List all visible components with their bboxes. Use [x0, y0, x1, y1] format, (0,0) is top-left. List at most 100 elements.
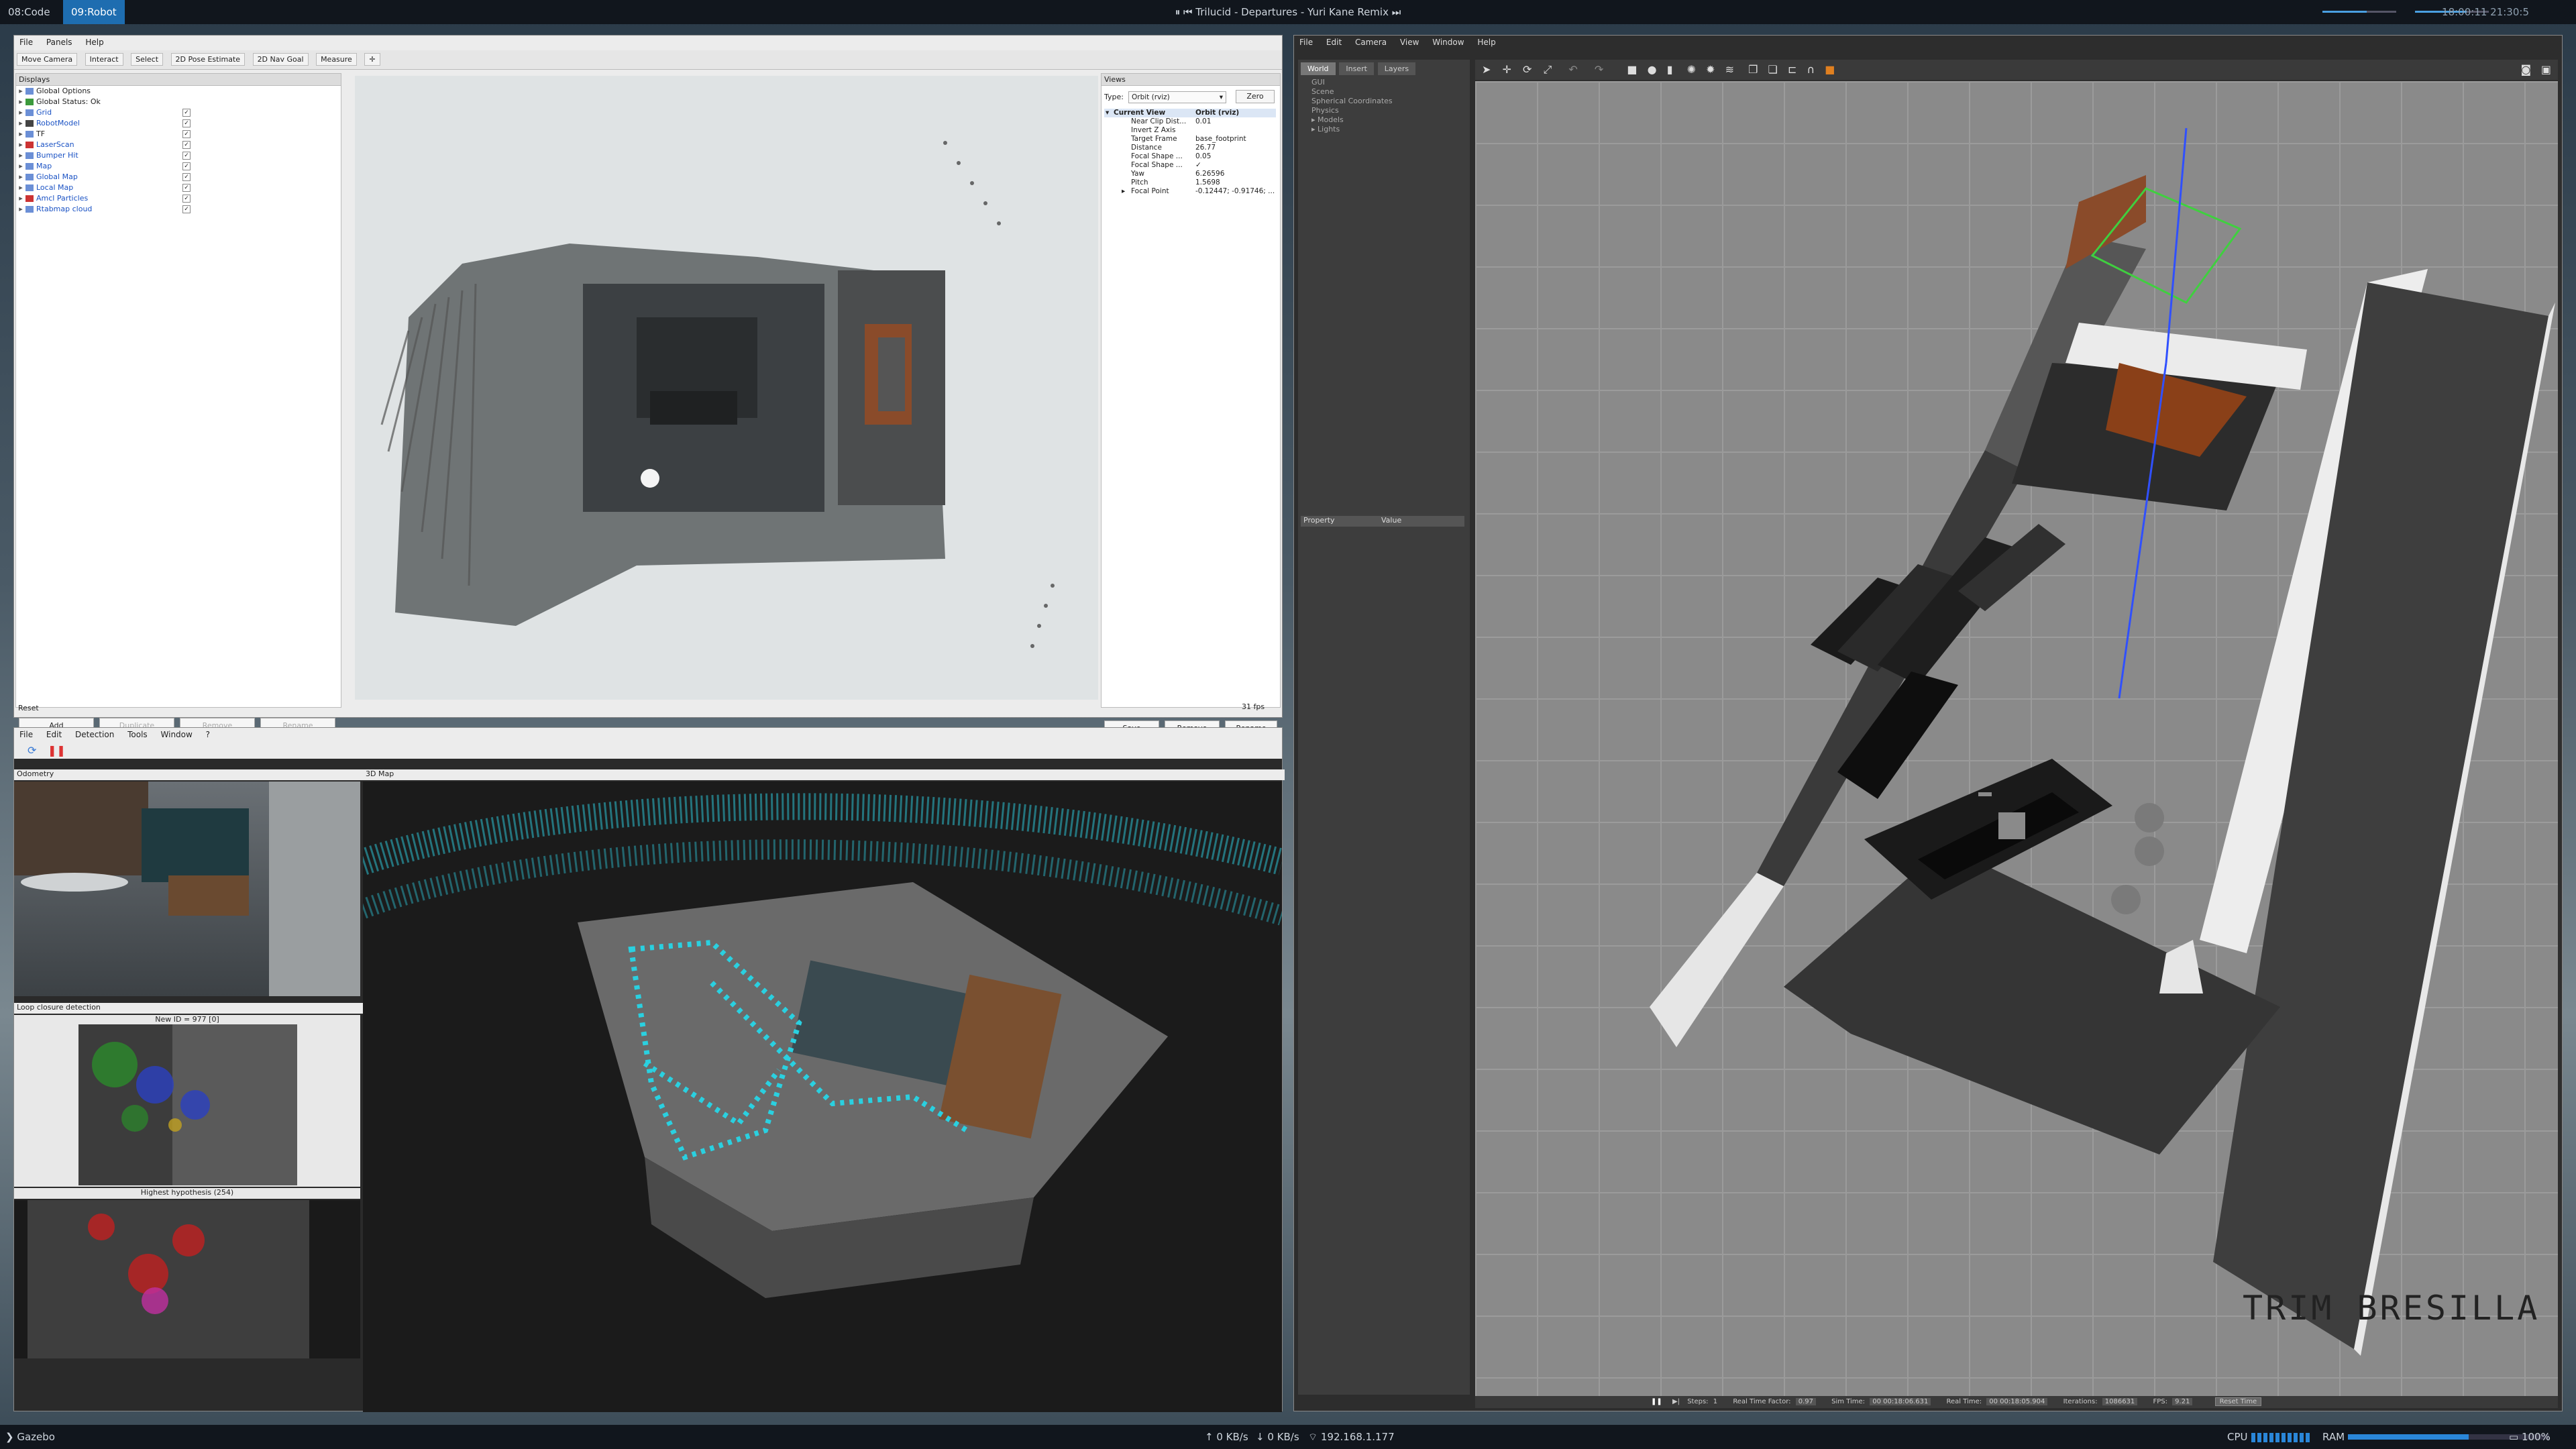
world-tree-item[interactable]: ▸ Lights	[1311, 125, 1470, 134]
refresh-icon[interactable]: ⟳	[28, 744, 36, 757]
menu-detection[interactable]: Detection	[70, 728, 119, 741]
display-enabled-checkbox[interactable]: ✓	[182, 141, 191, 149]
world-tree-item[interactable]: Spherical Coordinates	[1311, 97, 1470, 106]
expand-arrow-icon[interactable]: ▸	[16, 118, 25, 129]
menu-view[interactable]: View	[1395, 36, 1424, 49]
pause-icon[interactable]: ❚❚	[1651, 1398, 1662, 1405]
box-shape-icon[interactable]: ■	[1627, 63, 1637, 76]
display-item[interactable]: ▸ Bumper Hit ✓	[16, 150, 341, 161]
tab-insert[interactable]: Insert	[1339, 62, 1374, 75]
world-tree-item[interactable]: ▸ Models	[1311, 115, 1470, 125]
menu-help[interactable]: Help	[80, 36, 109, 49]
display-enabled-checkbox[interactable]: ✓	[182, 205, 191, 213]
display-item[interactable]: ▸ Rtabmap cloud ✓	[16, 204, 341, 215]
expand-arrow-icon[interactable]: ▸	[16, 172, 25, 182]
workspace-code[interactable]: 08:Code	[0, 0, 58, 24]
zero-button[interactable]: Zero	[1236, 90, 1275, 103]
workspace-robot[interactable]: 09:Robot	[63, 0, 125, 24]
view-property-row[interactable]: Invert Z Axis	[1104, 126, 1276, 135]
display-item[interactable]: ▸ Global Status: Ok	[16, 97, 341, 107]
display-enabled-checkbox[interactable]: ✓	[182, 162, 191, 170]
menu-window[interactable]: Window	[156, 728, 198, 741]
view-property-row[interactable]: Distance 26.77	[1104, 144, 1276, 152]
pause-icon[interactable]: ⏸ ⏮	[1175, 6, 1196, 18]
tab-layers[interactable]: Layers	[1377, 62, 1416, 75]
interact-button[interactable]: Interact	[85, 53, 123, 66]
display-enabled-checkbox[interactable]: ✓	[182, 130, 191, 138]
expand-arrow-icon[interactable]: ▸	[16, 140, 25, 150]
orange-mode-icon[interactable]: ■	[1825, 63, 1835, 76]
directional-light-icon[interactable]: ≋	[1725, 63, 1734, 76]
align-icon[interactable]: ⊏	[1788, 63, 1796, 76]
add-tool-icon[interactable]: ✛	[364, 53, 380, 66]
select-mode-icon[interactable]: ➤	[1482, 63, 1491, 76]
display-item[interactable]: ▸ Local Map ✓	[16, 182, 341, 193]
rviz-3d-viewport[interactable]	[355, 76, 1098, 700]
gazebo-3d-viewport[interactable]: TRIM BRESILLA	[1475, 81, 2558, 1396]
display-item[interactable]: ▸ TF ✓	[16, 129, 341, 140]
view-type-select[interactable]: Orbit (rviz) ▾	[1128, 91, 1226, 103]
step-icon[interactable]: ▶|	[1672, 1398, 1680, 1405]
menu-tools[interactable]: Tools	[122, 728, 153, 741]
menu-window[interactable]: Window	[1427, 36, 1469, 49]
expand-arrow-icon[interactable]: ▸	[16, 182, 25, 193]
measure-button[interactable]: Measure	[316, 53, 357, 66]
display-item[interactable]: ▸ Global Options	[16, 86, 341, 97]
display-item[interactable]: ▸ Map ✓	[16, 161, 341, 172]
display-item[interactable]: ▸ RobotModel ✓	[16, 118, 341, 129]
active-app[interactable]: ❯ Gazebo	[5, 1425, 55, 1449]
reset-button[interactable]: Reset	[18, 704, 39, 712]
nav-goal-button[interactable]: 2D Nav Goal	[252, 53, 309, 66]
cylinder-shape-icon[interactable]: ▮	[1667, 63, 1673, 76]
display-enabled-checkbox[interactable]: ✓	[182, 195, 191, 203]
view-property-row[interactable]: Target Frame base_footprint	[1104, 135, 1276, 144]
menu-panels[interactable]: Panels	[41, 36, 78, 49]
expand-arrow-icon[interactable]: ▸	[16, 86, 25, 97]
pause-icon[interactable]: ❚❚	[48, 744, 66, 757]
menu-file[interactable]: File	[1294, 36, 1318, 49]
view-property-row[interactable]: Yaw 6.26596	[1104, 170, 1276, 178]
screenshot-icon[interactable]: ◙	[2520, 60, 2531, 80]
snap-icon[interactable]: ∩	[1807, 63, 1815, 76]
world-tree-item[interactable]: Scene	[1311, 87, 1470, 97]
expand-arrow-icon[interactable]: ▸	[16, 150, 25, 161]
spot-light-icon[interactable]: ✹	[1706, 63, 1715, 76]
world-tree-item[interactable]: GUI	[1311, 78, 1470, 87]
expand-arrow-icon[interactable]: ▸	[16, 193, 25, 204]
expand-arrow-icon[interactable]: ▸	[16, 107, 25, 118]
display-enabled-checkbox[interactable]: ✓	[182, 109, 191, 117]
next-icon[interactable]: ⏭	[1389, 6, 1401, 18]
paste-icon[interactable]: ❏	[1768, 63, 1778, 76]
brightness-slider[interactable]	[2322, 11, 2396, 13]
expand-arrow-icon[interactable]: ▸	[16, 97, 25, 107]
pose-estimate-button[interactable]: 2D Pose Estimate	[170, 53, 246, 66]
point-light-icon[interactable]: ✺	[1687, 63, 1696, 76]
display-item[interactable]: ▸ Grid ✓	[16, 107, 341, 118]
reset-time-button[interactable]: Reset Time	[2214, 1397, 2262, 1406]
menu-file[interactable]: File	[14, 728, 38, 741]
expand-arrow-icon[interactable]: ▸	[16, 129, 25, 140]
select-button[interactable]: Select	[131, 53, 164, 66]
menu-help[interactable]: Help	[1472, 36, 1501, 49]
display-enabled-checkbox[interactable]: ✓	[182, 173, 191, 181]
menu-file[interactable]: File	[14, 36, 38, 49]
display-enabled-checkbox[interactable]: ✓	[182, 184, 191, 192]
scale-icon[interactable]: ⤢	[1544, 63, 1552, 76]
display-enabled-checkbox[interactable]: ✓	[182, 119, 191, 127]
sphere-shape-icon[interactable]: ●	[1648, 63, 1657, 76]
redo-icon[interactable]: ↷	[1595, 63, 1603, 76]
display-item[interactable]: ▸ LaserScan ✓	[16, 140, 341, 150]
display-item[interactable]: ▸ Amcl Particles ✓	[16, 193, 341, 204]
view-property-row[interactable]: ▸ Focal Point -0.12447; -0.91746; ...	[1104, 187, 1276, 196]
expand-arrow-icon[interactable]: ▸	[16, 204, 25, 215]
view-property-row[interactable]: Near Clip Dist... 0.01	[1104, 117, 1276, 126]
rotate-icon[interactable]: ⟳	[1523, 63, 1532, 76]
menu-edit[interactable]: Edit	[41, 728, 67, 741]
view-property-row[interactable]: Focal Shape ... ✓	[1104, 161, 1276, 170]
copy-icon[interactable]: ❐	[1748, 63, 1758, 76]
menu-about[interactable]: ?	[201, 728, 215, 741]
view-property-row[interactable]: Pitch 1.5698	[1104, 178, 1276, 187]
translate-icon[interactable]: ✛	[1503, 63, 1511, 76]
world-tree-item[interactable]: Physics	[1311, 106, 1470, 115]
move-camera-button[interactable]: Move Camera	[17, 53, 78, 66]
